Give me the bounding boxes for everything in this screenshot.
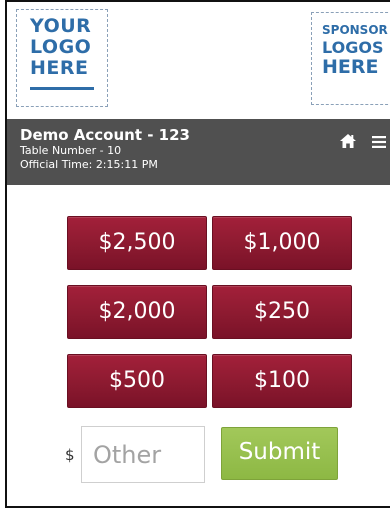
sponsor-line-1: SPONSOR bbox=[322, 23, 388, 37]
sponsor-line-3: HERE bbox=[322, 56, 379, 78]
logo-line-1: YOUR bbox=[30, 15, 92, 37]
amount-button-2500[interactable]: $2,500 bbox=[67, 216, 207, 270]
amount-button-100[interactable]: $100 bbox=[212, 354, 352, 408]
amount-button-250[interactable]: $250 bbox=[212, 285, 352, 339]
amount-button-1000[interactable]: $1,000 bbox=[212, 216, 352, 270]
account-bar: Demo Account - 123 Table Number - 10 Off… bbox=[7, 119, 390, 185]
logo-underline bbox=[30, 87, 94, 90]
logo-line-2: LOGO bbox=[30, 36, 92, 58]
currency-symbol: $ bbox=[65, 446, 75, 464]
amount-button-2000[interactable]: $2,000 bbox=[67, 285, 207, 339]
your-logo-placeholder: YOUR LOGO HERE bbox=[16, 9, 108, 107]
account-name: Demo Account - 123 bbox=[20, 126, 190, 144]
submit-button[interactable]: Submit bbox=[221, 427, 338, 480]
sponsor-line-2: LOGOS bbox=[322, 38, 384, 57]
other-amount-input[interactable] bbox=[81, 426, 205, 483]
table-number: Table Number - 10 bbox=[20, 144, 122, 157]
official-time: Official Time: 2:15:11 PM bbox=[20, 158, 158, 171]
hamburger-menu-icon[interactable] bbox=[372, 136, 386, 148]
sponsor-logo-placeholder: SPONSOR LOGOS HERE bbox=[311, 12, 390, 105]
home-icon[interactable] bbox=[340, 134, 356, 148]
logo-line-3: HERE bbox=[30, 57, 89, 79]
amount-button-500[interactable]: $500 bbox=[67, 354, 207, 408]
